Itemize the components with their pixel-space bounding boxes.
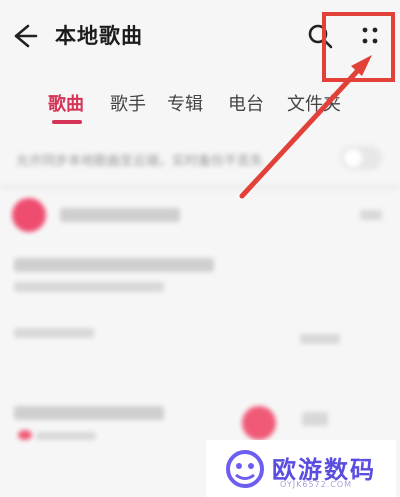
list-item-subtitle <box>36 432 96 440</box>
play-all-button[interactable] <box>12 198 46 232</box>
list-item-subtitle <box>14 328 94 338</box>
watermark-logo-icon <box>226 450 264 488</box>
divider <box>0 184 400 190</box>
annotation-highlight-box <box>322 12 395 82</box>
top-bar: 本地歌曲 <box>0 0 400 82</box>
quality-badge <box>18 430 32 440</box>
tab-songs[interactable]: 歌曲 <box>48 90 84 116</box>
play-all-label <box>60 208 180 222</box>
arrow-left-icon[interactable] <box>8 20 40 52</box>
tab-radio[interactable]: 电台 <box>228 90 264 116</box>
select-icon[interactable] <box>360 210 382 220</box>
tab-albums[interactable]: 专辑 <box>167 90 203 116</box>
sync-hint-text: 允许同步本地歌曲至云端，实时备份不丢失 <box>16 154 264 169</box>
sync-toggle[interactable] <box>340 146 382 170</box>
more-icon[interactable] <box>302 412 328 426</box>
tab-bar: 歌曲 歌手 专辑 电台 文件夹 <box>0 84 400 124</box>
watermark-url: OYJK6572.COM <box>280 480 353 489</box>
play-icon[interactable] <box>242 406 276 440</box>
tab-folders[interactable]: 文件夹 <box>287 90 341 116</box>
page-title: 本地歌曲 <box>55 24 143 48</box>
tab-artists[interactable]: 歌手 <box>110 90 146 116</box>
list-item-meta <box>300 334 340 344</box>
watermark: 欧游数码 OYJK6572.COM <box>206 440 396 497</box>
list-item[interactable] <box>14 406 164 420</box>
list-item[interactable] <box>14 258 214 272</box>
tab-active-indicator <box>52 120 82 124</box>
list-item-subtitle <box>14 282 164 292</box>
toggle-knob <box>344 149 362 167</box>
